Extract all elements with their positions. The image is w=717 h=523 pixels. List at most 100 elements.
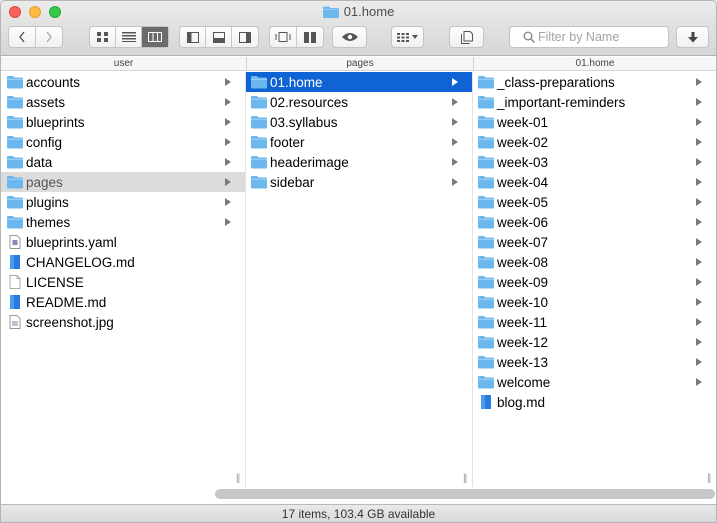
folder-icon	[478, 276, 494, 289]
list-view-button[interactable]	[116, 27, 142, 47]
folder-row[interactable]: week-13	[473, 352, 716, 372]
folder-row[interactable]: week-08	[473, 252, 716, 272]
folder-icon	[7, 116, 23, 129]
item-name: plugins	[26, 194, 69, 210]
folder-row[interactable]: themes	[1, 212, 245, 232]
column-resize-handle[interactable]: ||	[463, 473, 467, 484]
icon-view-button[interactable]	[90, 27, 116, 47]
download-button[interactable]	[676, 26, 709, 48]
quicklook-button[interactable]	[332, 26, 367, 48]
folder-row[interactable]: week-05	[473, 192, 716, 212]
arrange-seg[interactable]	[392, 27, 423, 47]
column-headers: user pages 01.home	[1, 57, 716, 71]
folder-row[interactable]: sidebar	[246, 172, 472, 192]
folder-row[interactable]: plugins	[1, 192, 245, 212]
preview-bottom-button[interactable]	[206, 27, 232, 47]
file-row[interactable]: CHANGELOG.md	[1, 252, 245, 272]
disclosure-arrow-icon	[696, 218, 702, 226]
folder-row[interactable]: footer	[246, 132, 472, 152]
column-view-button[interactable]	[142, 27, 168, 47]
folder-row[interactable]: 02.resources	[246, 92, 472, 112]
folder-icon	[478, 216, 494, 229]
folder-row[interactable]: welcome	[473, 372, 716, 392]
coverflow-button[interactable]	[270, 27, 297, 47]
folder-row[interactable]: week-09	[473, 272, 716, 292]
folder-icon	[251, 176, 267, 189]
folder-row[interactable]: headerimage	[246, 152, 472, 172]
column-resize-handle[interactable]: ||	[236, 473, 240, 484]
item-name: README.md	[26, 294, 107, 310]
nav-buttons	[8, 26, 63, 48]
folder-row[interactable]: assets	[1, 92, 245, 112]
disclosure-arrow-icon	[452, 158, 458, 166]
share-button[interactable]	[449, 26, 484, 48]
folder-icon	[7, 136, 23, 149]
preview-right-button[interactable]	[232, 27, 258, 47]
disclosure-arrow-icon	[696, 118, 702, 126]
arrange-grid-icon	[397, 32, 409, 42]
coverflow-icon	[275, 32, 291, 42]
share-document-icon	[460, 30, 473, 44]
item-name: accounts	[26, 74, 81, 90]
folder-row[interactable]: week-10	[473, 292, 716, 312]
disclosure-arrow-icon	[696, 78, 702, 86]
folder-row[interactable]: week-01	[473, 112, 716, 132]
preview-bottom-icon	[212, 31, 225, 43]
folder-row[interactable]: 01.home	[246, 72, 472, 92]
disclosure-arrow-icon	[452, 178, 458, 186]
folder-row[interactable]: blueprints	[1, 112, 245, 132]
folder-row[interactable]: week-07	[473, 232, 716, 252]
share-seg[interactable]	[450, 27, 483, 47]
folder-icon	[478, 136, 494, 149]
folder-row[interactable]: data	[1, 152, 245, 172]
quicklook-seg[interactable]	[333, 27, 366, 47]
folder-row[interactable]: _class-preparations	[473, 72, 716, 92]
item-name: pages	[26, 174, 63, 190]
arrange-menu-button[interactable]	[391, 26, 424, 48]
item-name: week-05	[497, 194, 549, 210]
folder-row[interactable]: config	[1, 132, 245, 152]
folder-icon	[478, 156, 494, 169]
disclosure-arrow-icon	[696, 138, 702, 146]
folder-row[interactable]: week-03	[473, 152, 716, 172]
item-name: week-08	[497, 254, 549, 270]
item-name: _class-preparations	[497, 74, 615, 90]
forward-button[interactable]	[36, 27, 62, 47]
item-name: week-10	[497, 294, 549, 310]
back-button[interactable]	[9, 27, 36, 47]
file-row[interactable]: README.md	[1, 292, 245, 312]
sidebar-pane-icon	[186, 31, 199, 43]
column-pages[interactable]: 01.home 02.resources 03.syllabus footer head…	[246, 72, 473, 487]
folder-row[interactable]: week-11	[473, 312, 716, 332]
status-bar: 17 items, 103.4 GB available	[1, 504, 716, 522]
search-field[interactable]	[509, 26, 669, 48]
folder-row[interactable]: week-02	[473, 132, 716, 152]
folder-row[interactable]: _important-reminders	[473, 92, 716, 112]
file-row[interactable]: blog.md	[473, 392, 716, 412]
folder-row[interactable]: accounts	[1, 72, 245, 92]
folder-row[interactable]: week-04	[473, 172, 716, 192]
folder-icon	[478, 196, 494, 209]
file-row[interactable]: screenshot.jpg	[1, 312, 245, 332]
disclosure-arrow-icon	[696, 98, 702, 106]
folder-row[interactable]: week-06	[473, 212, 716, 232]
item-name: 03.syllabus	[270, 114, 338, 130]
split-view-button[interactable]	[297, 27, 323, 47]
horizontal-scrollbar[interactable]	[215, 489, 715, 499]
item-name: blog.md	[497, 394, 546, 410]
folder-icon	[322, 6, 339, 18]
download-seg[interactable]	[677, 27, 708, 47]
column-resize-handle[interactable]: ||	[707, 473, 711, 484]
column-01-home[interactable]: _class-preparations _important-reminders w…	[473, 72, 716, 487]
folder-row[interactable]: 03.syllabus	[246, 112, 472, 132]
sidebar-pane-button[interactable]	[180, 27, 206, 47]
file-row[interactable]: LICENSE	[1, 272, 245, 292]
disclosure-arrow-icon	[452, 98, 458, 106]
folder-row[interactable]: week-12	[473, 332, 716, 352]
markdown-file-icon	[10, 255, 20, 269]
column-user[interactable]: accounts assets blueprints config data pages p…	[1, 72, 246, 487]
file-row[interactable]: blueprints.yaml	[1, 232, 245, 252]
folder-row[interactable]: pages	[1, 172, 245, 192]
folder-icon	[251, 96, 267, 109]
search-input[interactable]	[538, 30, 648, 44]
